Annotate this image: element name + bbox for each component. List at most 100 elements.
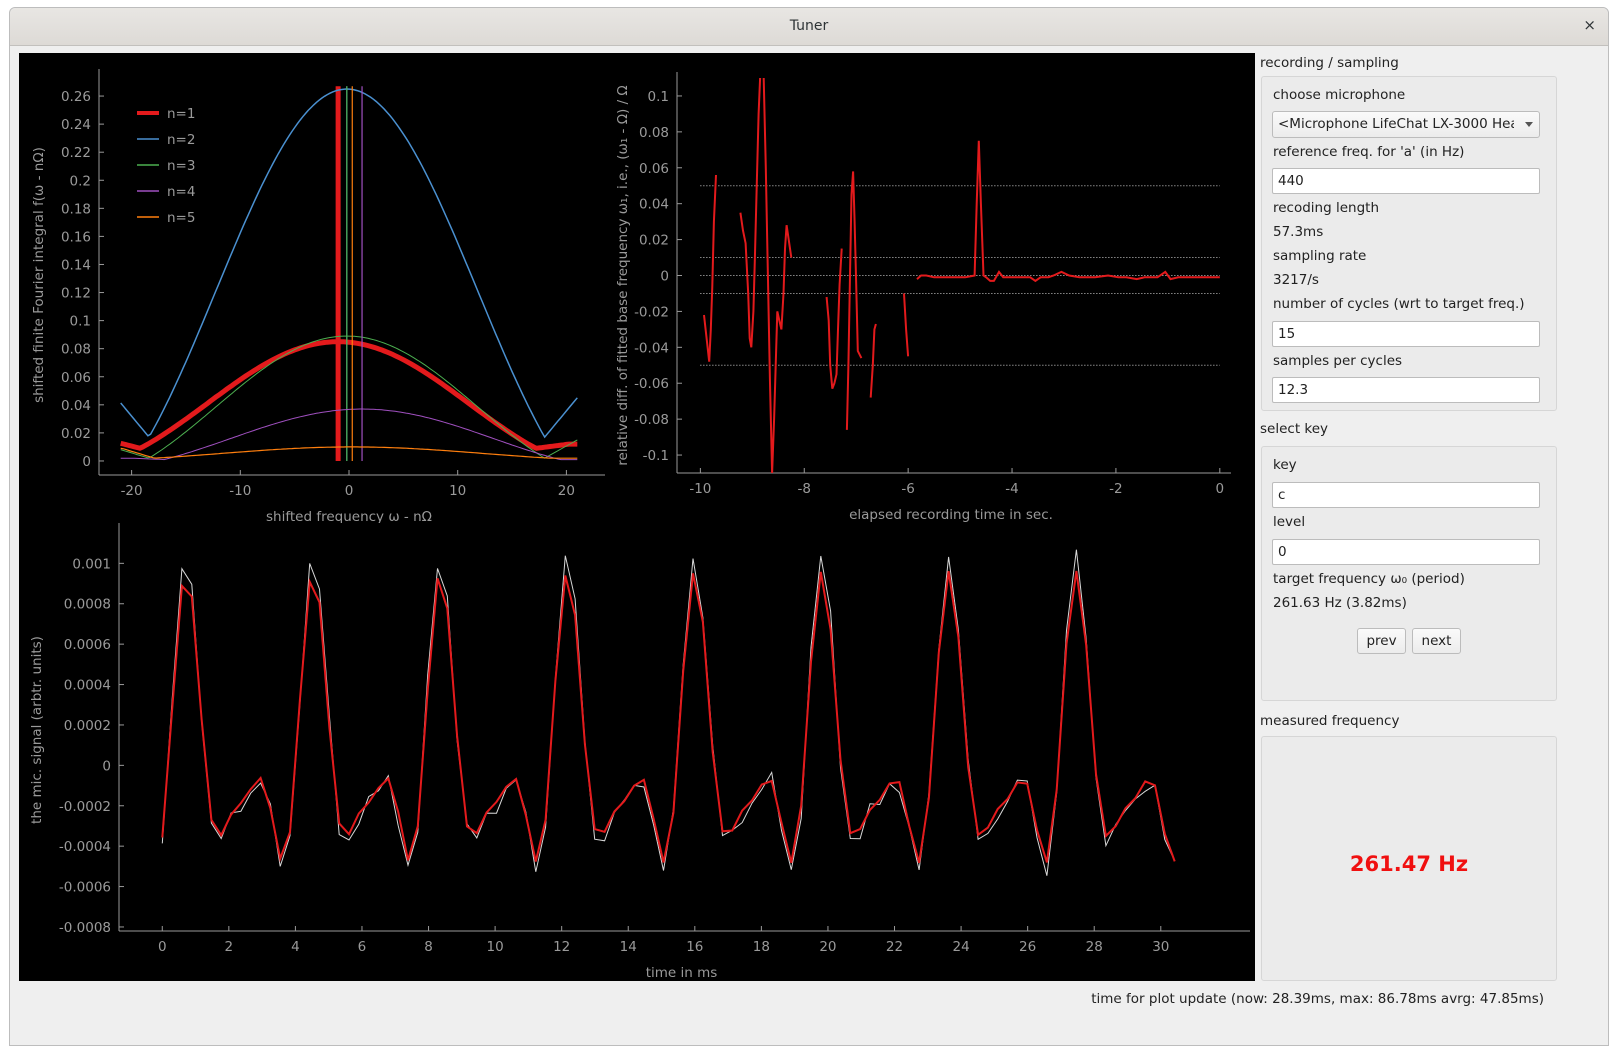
tuner-window: Tuner × -20 -10 0 10 20 0 0.02 0.04 0.06 0.08 0.1 0… [9, 7, 1609, 1046]
measured-group: 261.47 Hz [1261, 736, 1557, 981]
close-icon[interactable]: × [1583, 16, 1596, 34]
recording-group: choose microphone <Microphone LifeChat L… [1261, 76, 1557, 411]
y-axis-label: shifted finite Fourier integral f(ω - nΩ… [31, 147, 47, 403]
level-input[interactable] [1272, 539, 1540, 565]
y-tick-label: 0.16 [61, 229, 91, 245]
ref-freq-input[interactable] [1272, 168, 1540, 194]
legend-label-n3: n=3 [167, 158, 195, 174]
y-tick-label: 0 [102, 758, 111, 774]
x-tick-label: 26 [1019, 939, 1036, 955]
x-tick-label: 0 [158, 939, 167, 955]
y-tick-label: -0.08 [634, 412, 669, 428]
y-axis-label: the mic. signal (arbtr. units) [29, 636, 45, 824]
samples-input[interactable] [1272, 377, 1540, 403]
x-tick-label: 18 [753, 939, 770, 955]
x-tick-label: -2 [1109, 481, 1122, 497]
cycles-label: number of cycles (wrt to target freq.) [1273, 296, 1525, 312]
microphone-label: choose microphone [1273, 87, 1406, 103]
select-key-group: key level target frequency ω₀ (period) 2… [1261, 446, 1557, 701]
rec-length-label: recoding length [1273, 200, 1380, 216]
ref-freq-label: reference freq. for 'a' (in Hz) [1273, 144, 1465, 160]
y-tick-label: 0.06 [61, 370, 91, 386]
data-segment [825, 248, 843, 389]
data-segment [916, 140, 1220, 283]
reldiff-chart[interactable]: -10 -8 -6 -4 -2 0 -0.1 -0.08 -0.06 -0.04 -0.02 0 0.0… [615, 53, 1255, 523]
microphone-select[interactable]: <Microphone LifeChat LX-3000 Headset> [1272, 111, 1540, 138]
series-line-fit [161, 570, 1176, 864]
y-tick-label: -0.0008 [59, 920, 111, 936]
x-tick-label: 30 [1152, 939, 1169, 955]
x-tick-label: 20 [819, 939, 836, 955]
x-tick-label: 2 [225, 939, 234, 955]
x-tick-label: 14 [620, 939, 637, 955]
y-tick-label: 0.14 [61, 257, 91, 273]
y-tick-label: 0.24 [61, 117, 91, 133]
y-tick-label: 0.02 [61, 426, 91, 442]
y-tick-label: -0.1 [643, 448, 669, 464]
data-segment [903, 293, 910, 357]
microphone-value: <Microphone LifeChat LX-3000 Headset> [1278, 116, 1514, 132]
title-bar: Tuner × [10, 8, 1608, 46]
x-tick-label: -6 [901, 481, 914, 497]
y-tick-label: 0.0004 [64, 678, 111, 694]
y-tick-label: 0.18 [61, 201, 91, 217]
y-tick-label: -0.0004 [59, 839, 111, 855]
key-input[interactable] [1272, 482, 1540, 508]
y-tick-label: 0.001 [72, 556, 111, 572]
x-tick-label: 0 [345, 483, 354, 499]
y-tick-label: 0.06 [639, 161, 669, 177]
x-axis-label: time in ms [646, 965, 718, 981]
y-tick-label: 0.08 [61, 342, 91, 358]
legend-label-n1: n=1 [167, 106, 195, 122]
y-tick-label: 0.1 [648, 89, 669, 105]
prev-button[interactable]: prev [1357, 628, 1406, 654]
data-segment [739, 77, 762, 348]
x-tick-label: 10 [487, 939, 504, 955]
x-tick-label: 20 [558, 483, 575, 499]
select-key-group-title: select key [1260, 421, 1329, 437]
y-tick-label: -0.0002 [59, 799, 111, 815]
next-button[interactable]: next [1412, 628, 1461, 654]
x-tick-label: 8 [424, 939, 433, 955]
data-segment [703, 174, 717, 362]
status-bar: time for plot update (now: 28.39ms, max:… [1091, 991, 1544, 1007]
series-line-measured [161, 549, 1176, 876]
plot-area: -20 -10 0 10 20 0 0.02 0.04 0.06 0.08 0.1 0.12 0.14 0… [19, 53, 1255, 981]
legend-label-n5: n=5 [167, 210, 195, 226]
recording-group-title: recording / sampling [1260, 55, 1399, 71]
fourier-chart[interactable]: -20 -10 0 10 20 0 0.02 0.04 0.06 0.08 0.1 0.12 0.14 0… [19, 53, 619, 523]
level-label: level [1273, 514, 1306, 530]
cycles-input[interactable] [1272, 321, 1540, 347]
x-tick-label: 4 [291, 939, 300, 955]
x-tick-label: 12 [553, 939, 570, 955]
y-tick-label: -0.02 [634, 304, 669, 320]
x-tick-label: -8 [798, 481, 811, 497]
target-freq-label: target frequency ω₀ (period) [1273, 571, 1465, 587]
x-tick-label: 10 [449, 483, 466, 499]
signal-chart[interactable]: 0 2 4 6 8 10 12 14 16 18 20 22 24 26 28 30-0.0008-0.000… [19, 521, 1255, 981]
y-tick-label: -0.0006 [59, 880, 111, 896]
y-tick-label: 0.0002 [64, 718, 111, 734]
y-tick-label: 0.04 [61, 398, 91, 414]
key-label: key [1273, 457, 1297, 473]
data-segment [762, 77, 793, 474]
x-tick-label: 28 [1086, 939, 1103, 955]
sampling-rate-value: 3217/s [1273, 272, 1319, 288]
window-title: Tuner [789, 18, 829, 34]
y-tick-label: -0.06 [634, 376, 669, 392]
y-tick-label: 0.22 [61, 145, 91, 161]
y-tick-label: 0 [660, 269, 669, 285]
y-tick-label: -0.04 [634, 340, 669, 356]
target-freq-value: 261.63 Hz (3.82ms) [1273, 595, 1407, 611]
y-tick-label: 0.04 [639, 197, 669, 213]
data-segment [845, 171, 863, 430]
x-tick-label: -10 [229, 483, 251, 499]
measured-group-title: measured frequency [1260, 713, 1400, 729]
x-tick-label: -10 [689, 481, 711, 497]
x-tick-label: 16 [686, 939, 703, 955]
legend-label-n2: n=2 [167, 132, 195, 148]
chevron-down-icon [1525, 122, 1533, 127]
y-tick-label: 0.08 [639, 125, 669, 141]
y-tick-label: 0.12 [61, 286, 91, 302]
samples-label: samples per cycles [1273, 353, 1403, 369]
